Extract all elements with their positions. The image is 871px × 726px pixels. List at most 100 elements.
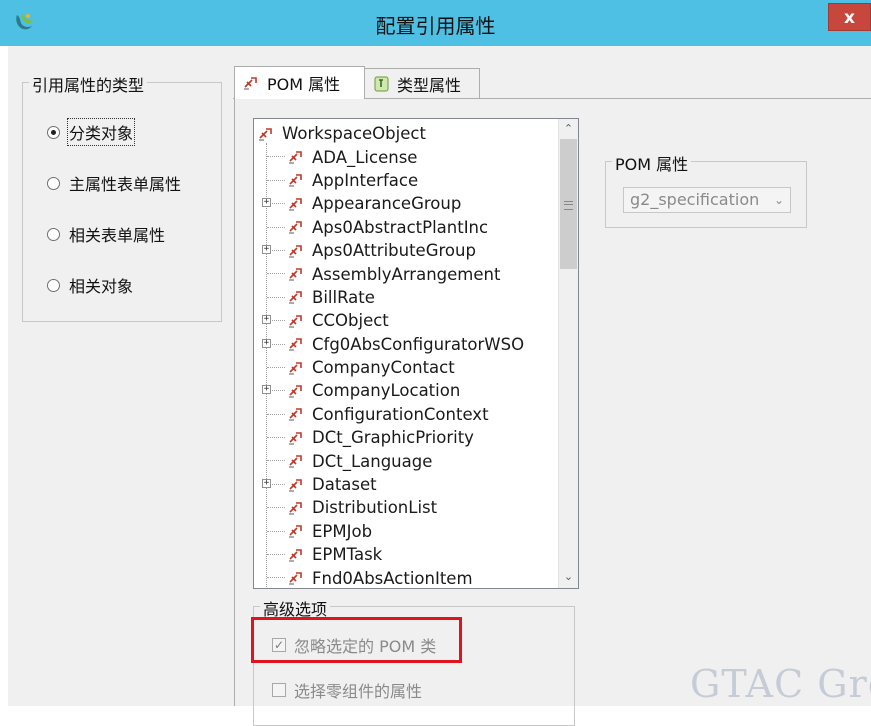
highlight-annotation bbox=[251, 617, 462, 663]
tree-item[interactable]: DCt_Language bbox=[254, 449, 558, 472]
tree-item-label: CompanyContact bbox=[312, 358, 455, 378]
expand-plus-icon[interactable]: + bbox=[262, 338, 271, 348]
pom-class-icon bbox=[289, 291, 302, 305]
reference-type-title: 引用属性的类型 bbox=[29, 72, 148, 96]
tree-item[interactable]: ConfigurationContext bbox=[254, 403, 558, 426]
tree-item-label: AppearanceGroup bbox=[312, 194, 462, 214]
tree-item[interactable]: + AppearanceGroup bbox=[254, 192, 558, 215]
watermark-text: GTAC Gre bbox=[690, 662, 871, 706]
tree-item[interactable]: + Aps0AttributeGroup bbox=[254, 239, 558, 262]
tree-vertical-scrollbar[interactable]: ⌃ ⌄ bbox=[558, 119, 578, 588]
tree-item[interactable]: Aps0AbstractPlantInc bbox=[254, 216, 558, 239]
expand-plus-icon[interactable]: + bbox=[262, 198, 271, 208]
close-button[interactable]: x bbox=[828, 3, 871, 31]
pom-property-title: POM 属性 bbox=[612, 151, 692, 175]
tree-item[interactable]: BillRate bbox=[254, 286, 558, 309]
pom-class-icon bbox=[259, 127, 272, 141]
radio-classification-object[interactable]: 分类对象 bbox=[47, 118, 136, 146]
tree-item-label: AppInterface bbox=[312, 170, 419, 190]
tree-guide-line bbox=[267, 460, 285, 462]
tree-guide-line bbox=[267, 507, 285, 509]
tree-guide-line bbox=[267, 226, 285, 228]
tree-item[interactable]: AssemblyArrangement bbox=[254, 262, 558, 285]
expand-plus-icon[interactable]: + bbox=[262, 244, 271, 254]
tree-item-label: ConfigurationContext bbox=[312, 404, 489, 424]
pom-class-icon bbox=[289, 244, 302, 258]
pom-property-select[interactable]: g2_specification ⌄ bbox=[623, 187, 791, 213]
radio-button[interactable] bbox=[47, 176, 60, 190]
pom-class-icon bbox=[289, 151, 302, 164]
pom-class-icon bbox=[289, 268, 302, 281]
tree-item[interactable]: AppInterface bbox=[254, 169, 558, 192]
pom-class-icon bbox=[289, 478, 302, 492]
radio-button[interactable] bbox=[47, 125, 60, 139]
tree-item[interactable]: + CompanyLocation bbox=[254, 379, 558, 402]
pom-class-icon bbox=[289, 174, 302, 188]
tree-guide-line bbox=[267, 437, 285, 439]
pom-class-icon bbox=[289, 431, 302, 445]
tree-item[interactable]: EPMJob bbox=[254, 520, 558, 543]
tree-item[interactable]: CompanyContact bbox=[254, 356, 558, 379]
tree-item[interactable]: DCt_GraphicPriority bbox=[254, 426, 558, 449]
tree-guide-line bbox=[267, 296, 285, 298]
tree-item-label: DCt_GraphicPriority bbox=[312, 428, 474, 448]
tree-item-label: Dataset bbox=[312, 475, 377, 495]
tree-guide-line bbox=[267, 554, 285, 556]
expand-plus-icon[interactable]: + bbox=[262, 478, 271, 488]
scroll-down-button[interactable]: ⌄ bbox=[559, 567, 578, 587]
tree-item-label: Cfg0AbsConfiguratorWSO bbox=[312, 334, 525, 354]
tree-item[interactable]: Fnd0AbsActionItem bbox=[254, 566, 558, 588]
tree-item[interactable]: EPMTask bbox=[254, 543, 558, 566]
tab-pom-property[interactable]: POM 属性 bbox=[234, 66, 365, 99]
pom-class-icon bbox=[289, 525, 302, 539]
tree-item[interactable]: DistributionList bbox=[254, 496, 558, 519]
pom-class-icon bbox=[289, 385, 302, 398]
pom-class-icon bbox=[244, 77, 257, 90]
tree-guide-line bbox=[267, 156, 285, 158]
tree-item-label: DCt_Language bbox=[312, 451, 433, 471]
tree-rows: WorkspaceObject ADA_License AppInterface +… bbox=[254, 122, 558, 588]
tree-item-label: WorkspaceObject bbox=[282, 124, 426, 144]
pom-class-icon bbox=[289, 548, 302, 562]
pom-class-icon bbox=[289, 198, 302, 211]
type-attribute-icon bbox=[374, 76, 389, 91]
tree-item[interactable]: + CCObject bbox=[254, 309, 558, 332]
tab-type-attribute[interactable]: 类型属性 bbox=[365, 68, 480, 99]
tree-item-label: ADA_License bbox=[312, 147, 418, 167]
radio-related-form-property[interactable]: 相关表单属性 bbox=[47, 223, 165, 245]
tree-item-label: Aps0AttributeGroup bbox=[312, 241, 476, 261]
pom-class-icon bbox=[289, 502, 302, 515]
expand-plus-icon[interactable]: + bbox=[262, 385, 271, 395]
scroll-up-button[interactable]: ⌃ bbox=[559, 119, 578, 139]
tree-item[interactable]: ADA_License bbox=[254, 145, 558, 168]
class-tree[interactable]: WorkspaceObject ADA_License AppInterface +… bbox=[253, 118, 579, 589]
pom-class-icon bbox=[289, 338, 302, 351]
expand-plus-icon[interactable]: + bbox=[262, 315, 271, 325]
tree-item[interactable]: + Cfg0AbsConfiguratorWSO bbox=[254, 333, 558, 356]
window-title: 配置引用属性 bbox=[375, 14, 496, 38]
tab-label: 类型属性 bbox=[397, 75, 462, 95]
pom-property-value: g2_specification bbox=[630, 190, 760, 209]
pom-property-tab-page: WorkspaceObject ADA_License AppInterface +… bbox=[234, 99, 871, 726]
radio-button[interactable] bbox=[47, 227, 60, 241]
pom-class-icon bbox=[289, 455, 302, 468]
radio-master-form-property[interactable]: 主属性表单属性 bbox=[47, 172, 181, 194]
tree-item-label: BillRate bbox=[312, 287, 375, 307]
tree-item[interactable]: + Dataset bbox=[254, 473, 558, 496]
select-component-props-checkbox[interactable]: 选择零组件的属性 bbox=[272, 678, 422, 702]
pom-class-icon bbox=[289, 572, 302, 585]
dialog-body: 引用属性的类型 分类对象 主属性表单属性 相关表单属性 相关对象 POM 属性 bbox=[8, 46, 871, 726]
tree-guide-line bbox=[267, 366, 285, 368]
tree-guide-line bbox=[267, 273, 285, 275]
radio-button[interactable] bbox=[47, 278, 60, 292]
reference-type-group: 引用属性的类型 分类对象 主属性表单属性 相关表单属性 相关对象 bbox=[22, 72, 222, 322]
radio-related-object[interactable]: 相关对象 bbox=[47, 274, 133, 296]
radio-label: 主属性表单属性 bbox=[69, 175, 182, 194]
scroll-thumb[interactable] bbox=[560, 139, 577, 269]
tree-guide-line bbox=[267, 577, 285, 579]
checkbox-unchecked[interactable] bbox=[272, 683, 286, 697]
tree-item-label: CCObject bbox=[312, 311, 389, 331]
tree-guide-line bbox=[267, 179, 285, 181]
tree-root-item[interactable]: WorkspaceObject bbox=[254, 122, 558, 145]
pom-class-icon bbox=[289, 408, 302, 422]
